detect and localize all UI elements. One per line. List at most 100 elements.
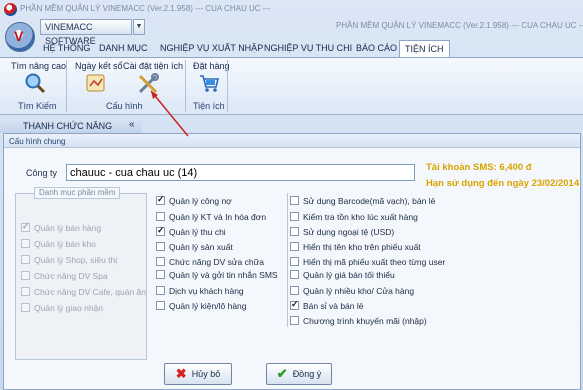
tab-nghiep-vu-thu-chi[interactable]: NGHIỆP VỤ THU CHI bbox=[264, 40, 352, 57]
option-kt-hoa-don[interactable]: Quản lý KT và In hóa đơn bbox=[156, 210, 266, 223]
checkbox-label: Sử dụng ngoại tệ (USD) bbox=[303, 226, 395, 237]
checkbox[interactable] bbox=[290, 212, 299, 221]
option-nhieu-kho[interactable]: Quản lý nhiều kho/ Cửa hàng bbox=[290, 284, 414, 297]
checkbox[interactable] bbox=[21, 239, 30, 248]
option-ten-kho[interactable]: Hiển thị tên kho trên phiếu xuất bbox=[290, 240, 421, 253]
checkbox-label: Dịch vụ khách hàng bbox=[169, 285, 244, 296]
checkbox-label: Quản lý nhiều kho/ Cửa hàng bbox=[303, 285, 415, 296]
checkbox[interactable] bbox=[290, 227, 299, 236]
company-field[interactable] bbox=[66, 164, 415, 181]
ribbon-separator bbox=[227, 60, 228, 112]
option-khuyen-mai[interactable]: Chương trình khuyến mãi (nhập) bbox=[290, 314, 427, 327]
app-name-box[interactable]: VINEMACC SOFTWARE bbox=[40, 19, 132, 46]
checkbox[interactable] bbox=[21, 287, 30, 296]
tab-bao-cao[interactable]: BÁO CÁO bbox=[356, 40, 397, 57]
calendar-icon[interactable] bbox=[85, 72, 107, 94]
checkbox[interactable] bbox=[156, 212, 165, 221]
checkbox[interactable] bbox=[156, 270, 165, 279]
window-title: PHẦN MỀM QUẢN LÝ VINEMACC (Ver.2.1.958) … bbox=[20, 4, 271, 13]
checkbox[interactable] bbox=[290, 196, 299, 205]
tab-danh-muc[interactable]: DANH MỤC bbox=[99, 40, 148, 57]
option-khach-hang[interactable]: Dịch vụ khách hàng bbox=[156, 284, 244, 297]
left-panel-title: THANH CHỨC NĂNG bbox=[23, 121, 113, 131]
checkbox[interactable] bbox=[290, 270, 299, 279]
checkbox-label: Quản lý KT và In hóa đơn bbox=[169, 211, 267, 222]
ok-button[interactable]: ✔ Đồng ý bbox=[266, 363, 332, 385]
option-kiem-tra-ton-kho[interactable]: Kiểm tra tồn kho lúc xuất hàng bbox=[290, 210, 418, 223]
ribbon-button-ngay-ket-so[interactable]: Ngày kết sổ bbox=[75, 61, 123, 71]
option-cong-no[interactable]: Quản lý công nợ bbox=[156, 194, 232, 207]
checkbox[interactable] bbox=[156, 301, 165, 310]
company-label: Công ty bbox=[26, 168, 58, 178]
catalog-item[interactable]: Chức năng DV Cafe, quán ăn bbox=[21, 285, 146, 298]
checkbox-label: Hiển thị tên kho trên phiếu xuất bbox=[303, 241, 421, 252]
catalog-item[interactable]: Quản lý bán kho bbox=[21, 237, 96, 250]
checkbox-label: Quản lý giao nhận bbox=[34, 302, 103, 313]
option-thu-chi[interactable]: Quản lý thu chi bbox=[156, 225, 226, 238]
checkbox-label: Chức năng DV Spa bbox=[34, 270, 108, 281]
checkbox-label: Quản lý kiện/lô hàng bbox=[169, 300, 247, 311]
checkbox[interactable] bbox=[290, 286, 299, 295]
option-ngoai-te[interactable]: Sử dụng ngoại tệ (USD) bbox=[290, 225, 394, 238]
app-logo-icon bbox=[4, 3, 17, 16]
checkbox-label: Quản lý và gởi tin nhắn SMS bbox=[169, 269, 278, 280]
tab-nghiep-vu-xuat-nhap[interactable]: NGHIỆP VỤ XUẤT NHẬP bbox=[160, 40, 263, 57]
checkbox[interactable] bbox=[21, 255, 30, 264]
option-kien-lo-hang[interactable]: Quản lý kiện/lô hàng bbox=[156, 299, 247, 312]
checkbox[interactable] bbox=[21, 271, 30, 280]
checkbox[interactable] bbox=[156, 257, 165, 266]
app-orb-icon: V bbox=[14, 28, 24, 44]
ok-label: Đồng ý bbox=[292, 369, 322, 379]
checkbox[interactable] bbox=[156, 242, 165, 251]
checkbox[interactable] bbox=[290, 242, 299, 251]
checkbox-label: Hiển thị mã phiếu xuất theo từng user bbox=[303, 256, 446, 267]
checkbox-label: Quản lý sản xuất bbox=[169, 241, 233, 252]
catalog-item[interactable]: Quản lý bán hàng bbox=[21, 221, 101, 234]
tab-he-thong[interactable]: HỆ THỐNG bbox=[43, 40, 90, 57]
catalog-legend: Danh mục phần mềm bbox=[34, 187, 121, 199]
option-sua-chua[interactable]: Chức năng DV sửa chữa bbox=[156, 255, 264, 268]
option-barcode[interactable]: Sử dụng Barcode(mã vạch), bán lẻ bbox=[290, 194, 435, 207]
checkbox-label: Chức năng DV Cafe, quán ăn bbox=[34, 286, 147, 297]
ribbon-button-cai-dat-tien-ich[interactable]: Cài đặt tiện ích bbox=[123, 61, 183, 71]
catalog-item[interactable]: Chức năng DV Spa bbox=[21, 269, 108, 282]
option-ban-si-ban-le[interactable]: Bán sỉ và bán lẻ bbox=[290, 299, 363, 312]
option-san-xuat[interactable]: Quản lý sản xuất bbox=[156, 240, 233, 253]
ribbon-separator bbox=[66, 60, 67, 112]
collapse-icon[interactable]: « bbox=[129, 119, 135, 130]
checkbox[interactable] bbox=[156, 286, 165, 295]
close-icon: ✖ bbox=[175, 366, 187, 381]
tab-tien-ich[interactable]: TIỆN ÍCH bbox=[399, 40, 450, 57]
checkbox-label: Quản lý giá bán tối thiểu bbox=[303, 269, 395, 280]
cart-icon[interactable] bbox=[198, 72, 220, 94]
dialog-title: Cấu hình chung bbox=[9, 137, 66, 146]
ribbon-button-dat-hang[interactable]: Đặt hàng bbox=[193, 61, 230, 71]
ribbon-group-cau-hinh: Cấu hình bbox=[106, 101, 143, 111]
checkbox-label: Kiểm tra tồn kho lúc xuất hàng bbox=[303, 211, 418, 222]
cancel-button[interactable]: ✖ Hủy bỏ bbox=[164, 363, 232, 385]
catalog-item[interactable]: Quản lý Shop, siêu thị bbox=[21, 253, 117, 266]
checkbox[interactable] bbox=[290, 257, 299, 266]
option-ma-phieu-user[interactable]: Hiển thị mã phiếu xuất theo từng user bbox=[290, 255, 445, 268]
checkbox-label: Quản lý công nợ bbox=[169, 195, 232, 206]
checkbox-label: Quản lý thu chi bbox=[169, 226, 226, 237]
checkbox[interactable] bbox=[156, 194, 165, 205]
option-gia-ban-toi-thieu[interactable]: Quản lý giá bán tối thiểu bbox=[290, 268, 395, 281]
tools-icon[interactable] bbox=[136, 72, 160, 96]
expiry-date: Hạn sử dụng đến ngày 23/02/2014 bbox=[426, 178, 580, 189]
checkbox[interactable] bbox=[156, 225, 165, 236]
checkbox[interactable] bbox=[21, 221, 30, 232]
ribbon-button-tim-nang-cao[interactable]: Tìm nâng cao bbox=[11, 61, 66, 71]
checkbox-label: Bán sỉ và bán lẻ bbox=[303, 300, 364, 311]
option-sms[interactable]: Quản lý và gởi tin nhắn SMS bbox=[156, 268, 278, 281]
checkbox[interactable] bbox=[290, 299, 299, 310]
checkbox[interactable] bbox=[21, 303, 30, 312]
checkbox-label: Chương trình khuyến mãi (nhập) bbox=[303, 315, 427, 326]
chevron-down-icon[interactable]: ▼ bbox=[133, 19, 145, 35]
checkbox[interactable] bbox=[290, 316, 299, 325]
magnifier-icon[interactable] bbox=[24, 72, 46, 94]
dialog-titlebar bbox=[4, 134, 580, 148]
checkbox-label: Chức năng DV sửa chữa bbox=[169, 256, 265, 267]
catalog-item[interactable]: Quản lý giao nhận bbox=[21, 301, 103, 314]
ribbon-group-tim-kiem: Tìm Kiếm bbox=[18, 101, 57, 111]
